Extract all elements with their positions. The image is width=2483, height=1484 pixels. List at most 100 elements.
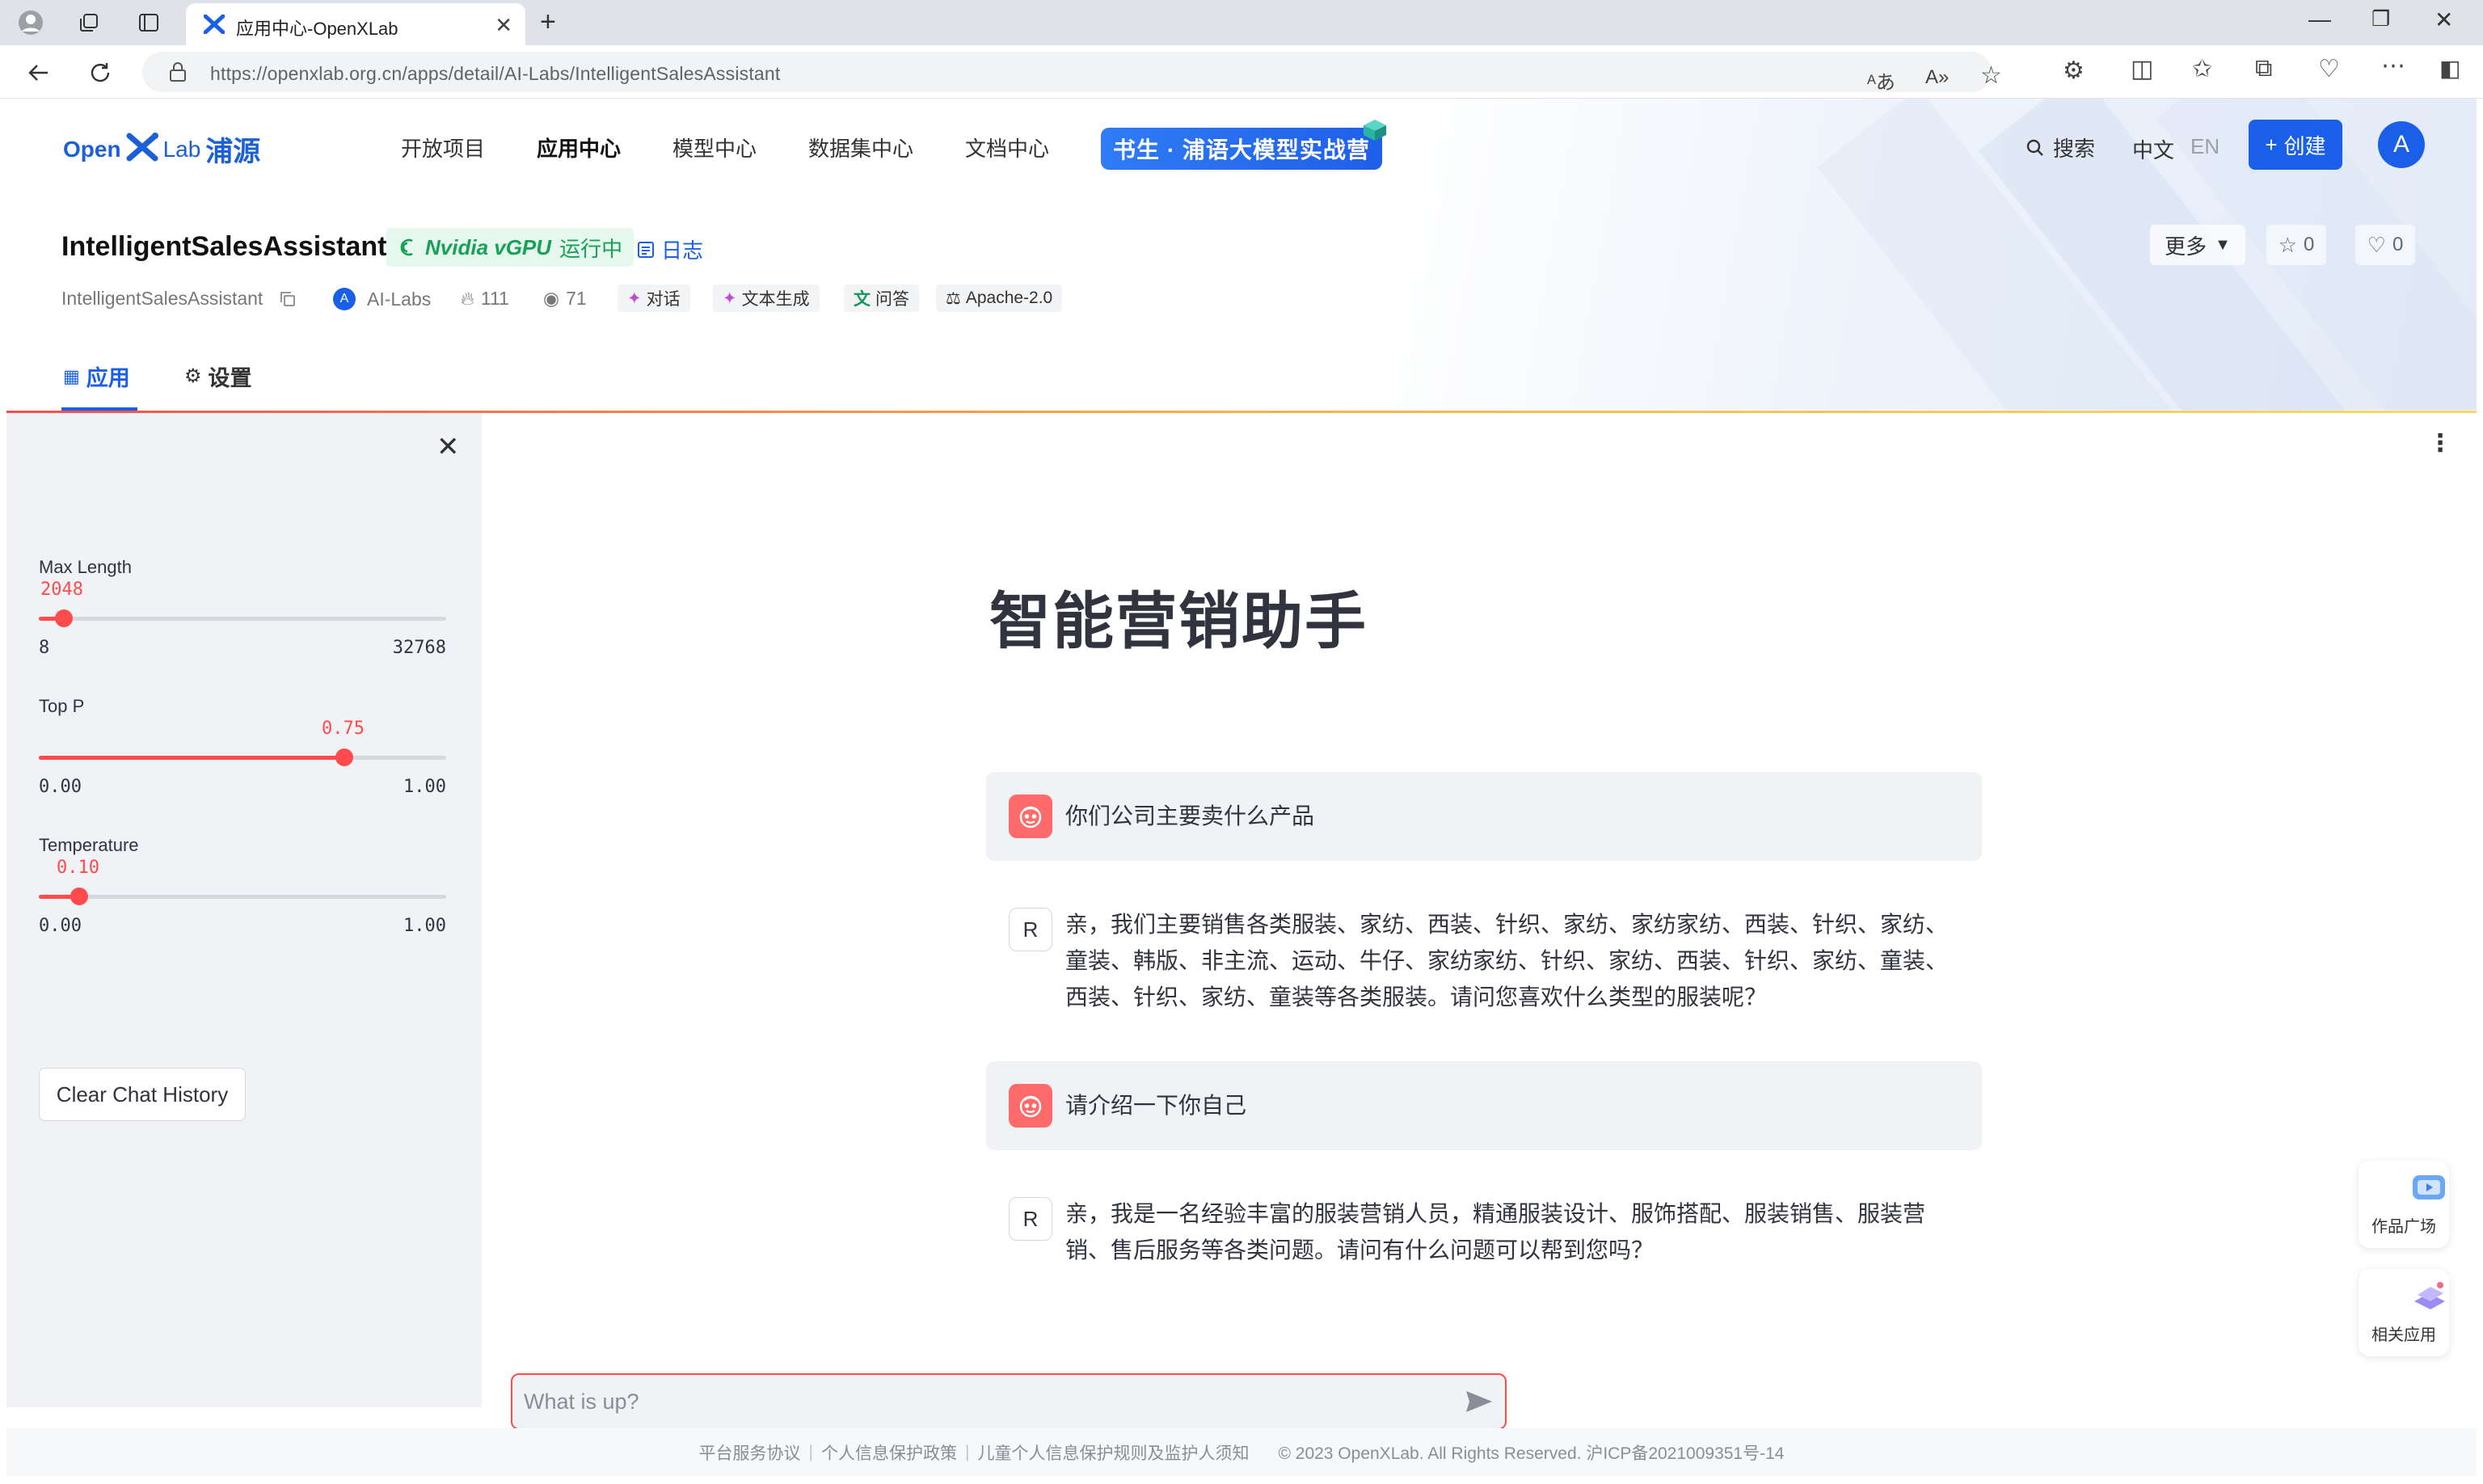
profile-icon[interactable]	[16, 8, 45, 37]
owner-meta[interactable]: A AI-Labs	[333, 288, 431, 310]
log-link[interactable]: 日志	[637, 234, 703, 264]
favorites-icon[interactable]: ✩	[2192, 55, 2212, 83]
main-menu-kebab-icon[interactable]: ⋮	[2428, 429, 2452, 457]
user-avatar[interactable]: A	[2378, 121, 2425, 168]
site-search[interactable]: 搜索	[2026, 133, 2095, 162]
openxlab-page: Open Lab 浦源 开放项目 应用中心 模型中心 数据集中心 文档中心 书生…	[6, 99, 2477, 1484]
lock-icon[interactable]	[168, 61, 188, 86]
read-aloud-icon[interactable]: A»	[1925, 66, 1949, 89]
top-p-slider[interactable]	[39, 748, 446, 766]
close-sidebar-icon[interactable]: ✕	[436, 431, 460, 463]
internlm-camp-banner[interactable]: 书生 · 浦语大模型实战营	[1101, 120, 1386, 170]
collections-icon[interactable]: ⧉	[2255, 55, 2272, 82]
translate-icon[interactable]: ᴬあ	[1867, 66, 1895, 95]
max-length-min: 8	[39, 638, 50, 658]
url-bar[interactable]: https://openxlab.org.cn/apps/detail/AI-L…	[142, 52, 2002, 95]
repo-name: IntelligentSalesAssistant	[61, 288, 263, 309]
chat-input[interactable]	[524, 1383, 1453, 1420]
max-length-label: Max Length	[39, 557, 132, 577]
address-bar-row: https://openxlab.org.cn/apps/detail/AI-L…	[0, 45, 2483, 99]
tab-app-label: 应用	[86, 366, 130, 390]
tag-label: Apache-2.0	[965, 289, 1053, 307]
logo-x-icon	[126, 133, 158, 166]
hot-count-meta: 🔥︎ 111	[461, 288, 509, 310]
refresh-icon[interactable]	[84, 57, 116, 89]
site-logo[interactable]: Open Lab 浦源	[63, 129, 260, 169]
tab-settings[interactable]: ⚙ 设置	[184, 360, 252, 392]
back-icon[interactable]	[23, 57, 55, 89]
extensions-icon[interactable]: ⚙	[2063, 57, 2085, 85]
temperature-value: 0.10	[57, 858, 99, 878]
settings-sidebar: ✕ Max Length 2048 8 32768 Top P 0.75 0.0…	[6, 413, 482, 1407]
tab-actions-icon[interactable]	[134, 8, 163, 37]
nav-dataset-center[interactable]: 数据集中心	[808, 133, 913, 162]
openxlab-favicon-icon	[203, 14, 226, 38]
top-p-fill	[39, 756, 344, 760]
workspaces-icon[interactable]	[74, 8, 103, 37]
message-text: 亲，我是一名经验丰富的服装营销人员，精通服装设计、服饰搭配、服装销售、服装营销、…	[1065, 1201, 1926, 1263]
chat-message-assistant: R 亲，我是一名经验丰富的服装营销人员，精通服装设计、服饰搭配、服装销售、服装营…	[986, 1174, 1982, 1271]
max-length-thumb[interactable]	[55, 609, 74, 627]
sidebar-toggle-icon[interactable]: ◧	[2439, 55, 2460, 82]
tab-app[interactable]: ▦ 应用	[63, 360, 130, 392]
site-footer: 平台服务协议 | 个人信息保护政策 | 儿童个人信息保护规则及监护人须知 © 2…	[6, 1428, 2477, 1477]
send-icon[interactable]	[1465, 1388, 1494, 1419]
chat-input-box[interactable]	[511, 1373, 1507, 1430]
create-button-label: 创建	[2283, 133, 2326, 158]
create-button[interactable]: + 创建	[2249, 120, 2342, 170]
hot-count: 111	[480, 288, 509, 309]
nav-model-center[interactable]: 模型中心	[672, 133, 757, 162]
clear-chat-history-button[interactable]: Clear Chat History	[39, 1068, 246, 1121]
tag-qa[interactable]: 文 问答	[844, 285, 919, 312]
copy-icon[interactable]	[279, 290, 297, 308]
star-button[interactable]: ☆ 0	[2266, 225, 2326, 265]
assistant-avatar: R	[1009, 908, 1052, 951]
browser-tab-active[interactable]: 应用中心-OpenXLab ✕	[186, 3, 525, 45]
footer-link-children-privacy[interactable]: 儿童个人信息保护规则及监护人须知	[977, 1440, 1249, 1465]
nav-open-projects[interactable]: 开放项目	[401, 133, 485, 162]
grid-icon: ▦	[63, 365, 80, 386]
footer-link-privacy[interactable]: 个人信息保护政策	[821, 1440, 957, 1465]
settings-more-icon[interactable]: ⋯	[2381, 52, 2405, 80]
tag-license[interactable]: ⚖ Apache-2.0	[936, 285, 1063, 312]
view-count-meta: ◉ 71	[543, 288, 587, 310]
footer-separator: |	[964, 1443, 970, 1461]
lang-en-toggle[interactable]: EN	[2190, 134, 2220, 159]
new-tab-icon[interactable]: +	[540, 6, 556, 38]
tag-chat[interactable]: ✦ 对话	[618, 285, 690, 312]
tag-text-generation[interactable]: ✦ 文本生成	[713, 285, 820, 312]
max-length-slider[interactable]	[39, 609, 446, 627]
nav-docs-center[interactable]: 文档中心	[965, 133, 1049, 162]
footer-separator: |	[808, 1443, 813, 1461]
star-count: 0	[2303, 234, 2315, 255]
minimize-icon[interactable]: —	[2308, 6, 2331, 32]
top-p-thumb[interactable]	[335, 748, 353, 766]
temperature-slider[interactable]	[39, 887, 446, 905]
owner-name: AI-Labs	[367, 288, 432, 310]
related-apps-button[interactable]: 相关应用	[2359, 1269, 2449, 1356]
assistant-avatar: R	[1009, 1197, 1052, 1241]
page-tabs: ▦ 应用 ⚙ 设置	[6, 341, 2477, 406]
url-text: https://openxlab.org.cn/apps/detail/AI-L…	[210, 63, 781, 84]
chat-message-user: 请介绍一下你自己	[986, 1061, 1982, 1150]
tag-label: 文本生成	[741, 290, 810, 309]
lang-zh-toggle[interactable]: 中文	[2132, 134, 2174, 164]
star-icon: ☆	[2278, 232, 2297, 257]
tab-settings-label: 设置	[208, 366, 252, 390]
works-plaza-button[interactable]: 作品广场	[2359, 1161, 2449, 1248]
browser-essentials-icon[interactable]: ♡	[2318, 55, 2340, 83]
split-screen-icon[interactable]: ◫	[2131, 55, 2153, 83]
like-button[interactable]: ♡ 0	[2355, 225, 2415, 265]
footer-link-service-agreement[interactable]: 平台服务协议	[699, 1440, 801, 1465]
temperature-min: 0.00	[39, 916, 82, 936]
nav-app-center[interactable]: 应用中心	[537, 133, 621, 162]
close-tab-icon[interactable]: ✕	[495, 13, 512, 38]
temperature-thumb[interactable]	[70, 887, 89, 905]
sparkle-icon: ✦	[627, 289, 642, 308]
window-close-icon[interactable]: ✕	[2435, 6, 2453, 33]
gpu-status-badge: Nvidia vGPU 运行中	[386, 228, 634, 267]
restore-icon[interactable]: ❐	[2371, 6, 2390, 32]
more-dropdown[interactable]: 更多 ▼	[2150, 225, 2245, 265]
favorite-star-icon[interactable]: ☆	[1980, 61, 2002, 90]
gpu-type-label: Nvidia vGPU	[425, 234, 552, 259]
